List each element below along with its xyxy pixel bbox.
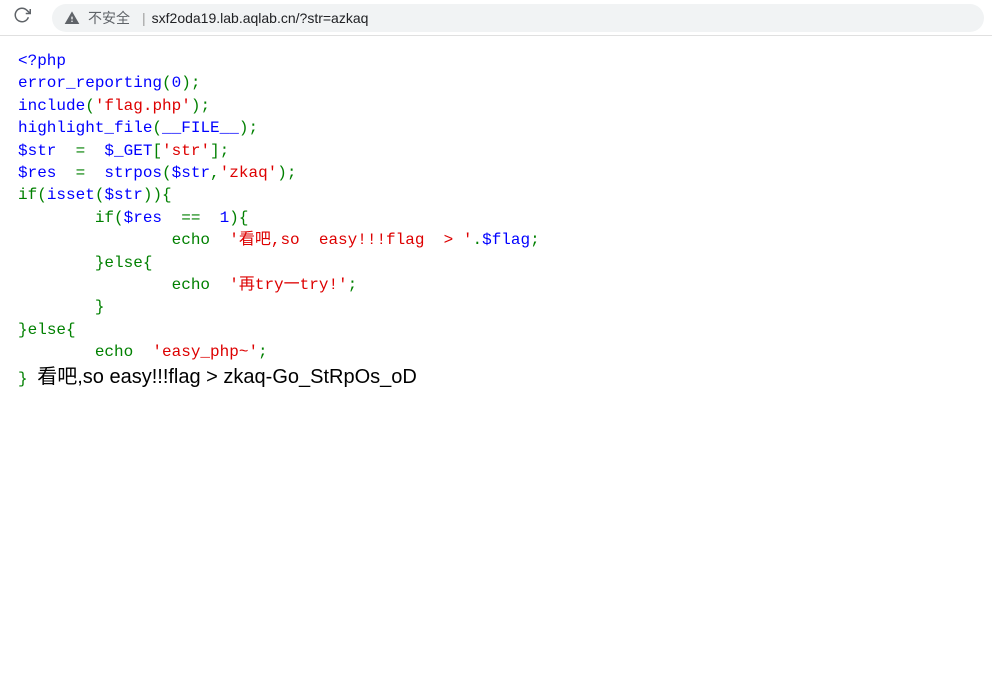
page-content: <?php error_reporting(0); include('flag.… [0,36,992,405]
string: '再try一try!' [229,276,347,294]
brace: { [162,186,172,204]
paren: ) [239,119,249,137]
url-divider: | [142,10,146,26]
warning-icon [64,10,80,26]
url-text: sxf2oda19.lab.aqlab.cn/?str=azkaq [152,10,369,26]
paren: ( [85,97,95,115]
keyword: echo [172,231,210,249]
var: $str [104,186,142,204]
paren: ( [152,119,162,137]
func: strpos [104,164,162,182]
paren: ) [181,74,191,92]
paren: ) [191,97,201,115]
php-code-block: <?php error_reporting(0); include('flag.… [18,50,974,391]
keyword: else [28,321,66,339]
string: 'zkaq' [220,164,278,182]
bracket: [ [152,142,162,160]
var: $res [18,164,56,182]
keyword: else [104,254,142,272]
paren: )) [143,186,162,204]
dot: . [472,231,482,249]
var: $flag [482,231,530,249]
arg: 0 [172,74,182,92]
func: include [18,97,85,115]
semi: ; [200,97,210,115]
var: $res [124,209,162,227]
address-bar[interactable]: 不安全 | sxf2oda19.lab.aqlab.cn/?str=azkaq [52,4,984,32]
bracket: ] [210,142,220,160]
comma: , [210,164,220,182]
paren: ) [277,164,287,182]
semi: ; [258,343,268,361]
const: __FILE__ [162,119,239,137]
keyword: if [18,186,37,204]
brace: { [66,321,76,339]
func: isset [47,186,95,204]
string: 'str' [162,142,210,160]
brace: { [239,209,249,227]
brace: { [143,254,153,272]
paren: ( [114,209,124,227]
keyword: echo [95,343,133,361]
brace: } [18,321,28,339]
browser-toolbar: 不安全 | sxf2oda19.lab.aqlab.cn/?str=azkaq [0,0,992,36]
func: error_reporting [18,74,162,92]
paren: ) [229,209,239,227]
paren: ( [95,186,105,204]
brace: } [18,370,28,388]
var: $_GET [104,142,152,160]
output-text: 看吧,so easy!!!flag > zkaq-Go_StRpOs_oD [37,366,417,388]
security-label: 不安全 [88,8,130,28]
keyword: if [95,209,114,227]
string: 'easy_php~' [152,343,258,361]
semi: ; [287,164,297,182]
var: $str [172,164,210,182]
string: 'flag.php' [95,97,191,115]
php-open-tag: <?php [18,52,66,70]
semi: ; [530,231,540,249]
reload-button[interactable] [8,4,36,32]
semi: ; [220,142,230,160]
semi: ; [248,119,258,137]
semi: ; [191,74,201,92]
reload-icon [13,6,31,29]
num: 1 [220,209,230,227]
var: $str [18,142,56,160]
keyword: echo [172,276,210,294]
brace: } [95,254,105,272]
brace: } [95,298,105,316]
paren: ( [162,74,172,92]
semi: ; [348,276,358,294]
op: = [76,142,86,160]
paren: ( [37,186,47,204]
op: == [181,209,200,227]
paren: ( [162,164,172,182]
op: = [76,164,86,182]
func: highlight_file [18,119,152,137]
string: '看吧,so easy!!!flag > ' [229,231,472,249]
